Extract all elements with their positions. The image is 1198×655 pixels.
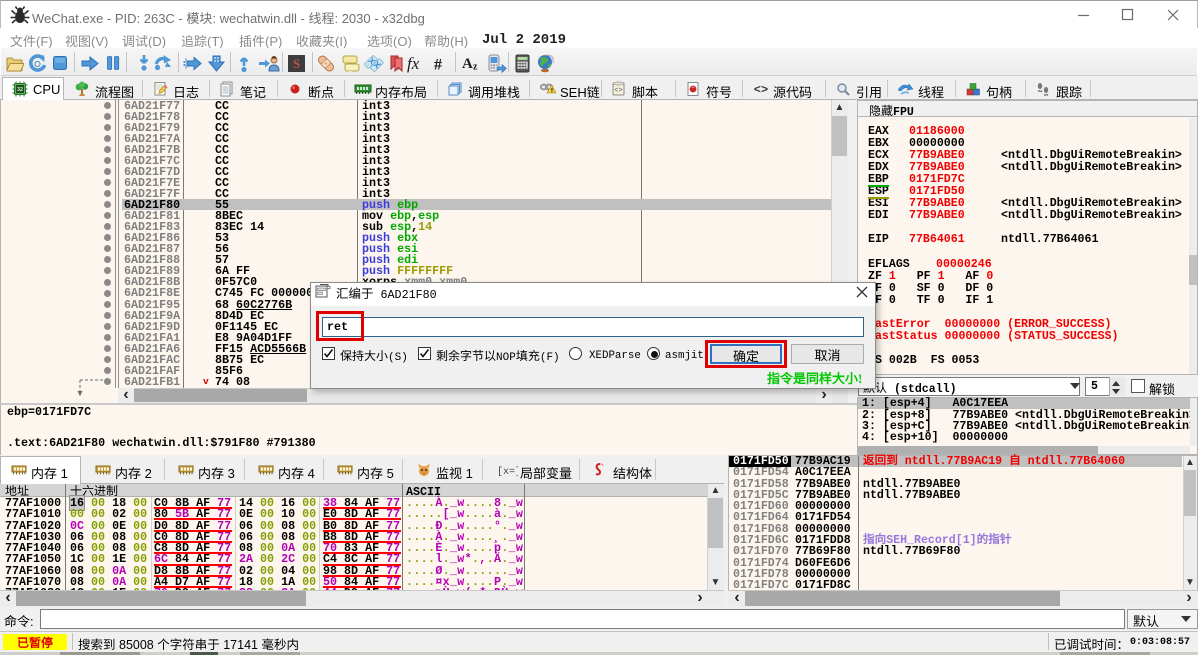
svg-text:!: ! [551, 87, 553, 94]
svg-text:[x=]: [x=] [497, 466, 518, 477]
svg-text:fx: fx [407, 54, 420, 73]
svg-text:32: 32 [17, 87, 23, 93]
svg-text:S: S [293, 56, 300, 71]
svg-text:<>: <> [614, 87, 622, 95]
svg-text:z: z [473, 62, 478, 73]
svg-text:<>: <> [754, 83, 768, 97]
svg-text:A: A [462, 56, 473, 72]
svg-text:#: # [434, 57, 442, 74]
